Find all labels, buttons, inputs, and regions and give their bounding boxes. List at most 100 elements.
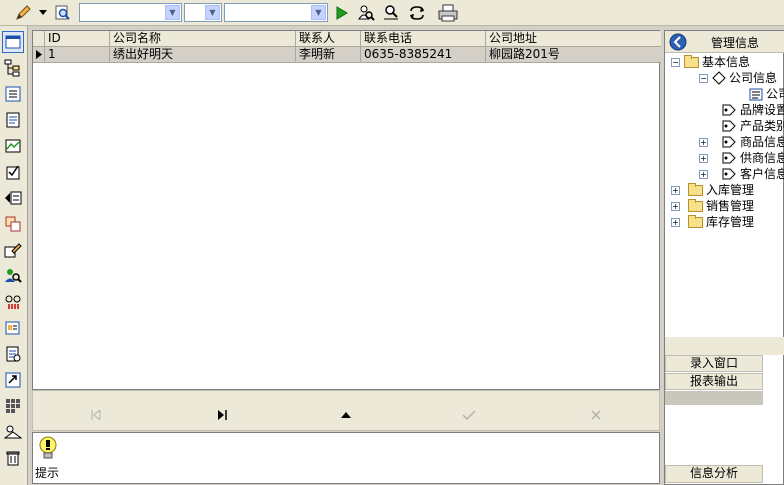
card-icon[interactable] [2, 317, 24, 339]
tree-node-label: 公司 [766, 87, 784, 101]
last-record-icon[interactable] [215, 409, 229, 421]
expand-icon[interactable]: + [699, 153, 708, 163]
export-icon[interactable] [2, 369, 24, 391]
hint-panel: 提示 [32, 432, 660, 484]
tag-icon [721, 151, 737, 165]
chart-icon[interactable] [2, 135, 24, 157]
tag-icon [721, 167, 737, 181]
panel-separator [665, 391, 763, 405]
table-cell[interactable]: 0635-8385241 [361, 47, 486, 63]
filter-value-combo[interactable]: ▼ [224, 3, 328, 22]
tag-icon [721, 119, 737, 133]
folder-icon [684, 54, 699, 68]
chevron-down-icon[interactable]: ▼ [205, 5, 220, 20]
collapse-icon[interactable]: − [671, 57, 680, 67]
record-navigator [32, 390, 660, 431]
chevron-down-icon[interactable]: ▼ [311, 5, 326, 20]
tree-node-label: 公司信息 [729, 71, 778, 85]
tree-node-product-category[interactable]: 产品类别 [721, 118, 784, 134]
folder-icon [688, 182, 703, 196]
tree-node-customer-info[interactable]: + 客户信息 [699, 166, 784, 182]
link-icon[interactable] [2, 291, 24, 313]
diamond-icon [712, 71, 726, 85]
tree-node-company-info[interactable]: − 公司信息 [699, 70, 777, 86]
column-header[interactable]: 联系人 [296, 31, 361, 47]
settings-hand-icon[interactable] [2, 421, 24, 443]
find-record-icon[interactable] [382, 4, 400, 22]
table-cell[interactable]: 1 [45, 47, 110, 63]
report-icon[interactable] [2, 343, 24, 365]
left-toolbar [0, 26, 28, 485]
refresh-icon[interactable] [408, 4, 426, 22]
dropdown-arrow-icon[interactable] [38, 4, 48, 22]
find-user-icon[interactable] [357, 4, 375, 22]
checkbox-icon[interactable] [2, 161, 24, 183]
panel-title: 管理信息 [711, 36, 760, 50]
hierarchy-icon[interactable] [2, 57, 24, 79]
tree-node-label: 品牌设置 [740, 103, 784, 117]
layers-icon[interactable] [2, 213, 24, 235]
column-header[interactable]: ID [45, 31, 110, 47]
document-icon[interactable] [2, 109, 24, 131]
table-cell[interactable]: 绣出好明天 [110, 47, 296, 63]
pencil-icon[interactable] [14, 4, 32, 22]
entry-window-button[interactable]: 录入窗口 [665, 355, 763, 372]
lightbulb-icon [37, 436, 59, 460]
window-icon[interactable] [2, 31, 24, 53]
tree-node-label: 销售管理 [706, 199, 755, 213]
user-search-icon[interactable] [2, 265, 24, 287]
expand-icon[interactable]: + [671, 217, 680, 227]
tree-node-label: 商品信息 [740, 135, 784, 149]
cancel-record-icon[interactable] [589, 409, 603, 421]
tree-node-inbound[interactable]: + 入库管理 [671, 182, 754, 198]
expand-icon[interactable]: + [671, 185, 680, 195]
table-cell[interactable]: 柳园路201号 [486, 47, 661, 63]
insert-record-icon[interactable] [339, 409, 353, 421]
report-output-button[interactable]: 报表输出 [665, 373, 763, 390]
row-pointer-icon [33, 47, 45, 63]
first-record-icon[interactable] [89, 409, 103, 421]
tree-node-sales[interactable]: + 销售管理 [671, 198, 754, 214]
collapse-panel-icon[interactable] [669, 33, 687, 51]
table-cell[interactable]: 李明新 [296, 47, 361, 63]
play-icon[interactable] [333, 4, 351, 22]
tree-node-goods-info[interactable]: + 商品信息 [699, 134, 784, 150]
filter-field-combo[interactable]: ▼ [79, 3, 182, 22]
record-arrow-icon[interactable] [2, 187, 24, 209]
management-panel: 管理信息 − 基本信息 − 公司信息 公司 品牌设置 产品类别 + 商品信息 +… [664, 30, 784, 485]
folder-icon [688, 198, 703, 212]
trash-icon[interactable] [2, 447, 24, 469]
form-icon [749, 88, 763, 101]
tag-icon [721, 103, 737, 117]
expand-icon[interactable]: + [699, 137, 708, 147]
filter-operator-combo[interactable]: ▼ [184, 3, 222, 22]
tree-node-company[interactable]: 公司 [749, 86, 784, 102]
hint-label: 提示 [35, 466, 60, 480]
post-record-icon[interactable] [462, 409, 476, 421]
print-icon[interactable] [438, 4, 458, 22]
chevron-down-icon[interactable]: ▼ [165, 5, 180, 20]
grid-icon[interactable] [2, 395, 24, 417]
column-header[interactable]: 公司名称 [110, 31, 296, 47]
tree-node-inventory[interactable]: + 库存管理 [671, 214, 754, 230]
expand-icon[interactable]: + [699, 169, 708, 179]
list-icon[interactable] [2, 83, 24, 105]
tree-node-brand-settings[interactable]: 品牌设置 [721, 102, 784, 118]
toolbar: ▼ ▼ ▼ [0, 0, 784, 26]
tree-node-label: 产品类别 [740, 119, 784, 133]
column-header[interactable]: 联系电话 [361, 31, 486, 47]
tag-icon [721, 135, 737, 149]
column-header[interactable]: 公司地址 [486, 31, 661, 47]
tree-node-label: 基本信息 [702, 55, 751, 69]
expand-icon[interactable]: + [671, 201, 680, 211]
folder-icon [688, 214, 703, 228]
tree-node-label: 供商信息 [740, 151, 784, 165]
magnifier-icon[interactable] [54, 4, 72, 22]
edit-user-icon[interactable] [2, 239, 24, 261]
data-grid: ID 公司名称 联系人 联系电话 公司地址 1 绣出好明天 李明新 0635-8… [32, 30, 661, 390]
tree-node-basic-info[interactable]: − 基本信息 [671, 54, 750, 70]
info-analysis-button[interactable]: 信息分析 [665, 465, 763, 483]
tree-node-supplier-info[interactable]: + 供商信息 [699, 150, 784, 166]
collapse-icon[interactable]: − [699, 73, 708, 83]
tree-node-label: 客户信息 [740, 167, 784, 181]
